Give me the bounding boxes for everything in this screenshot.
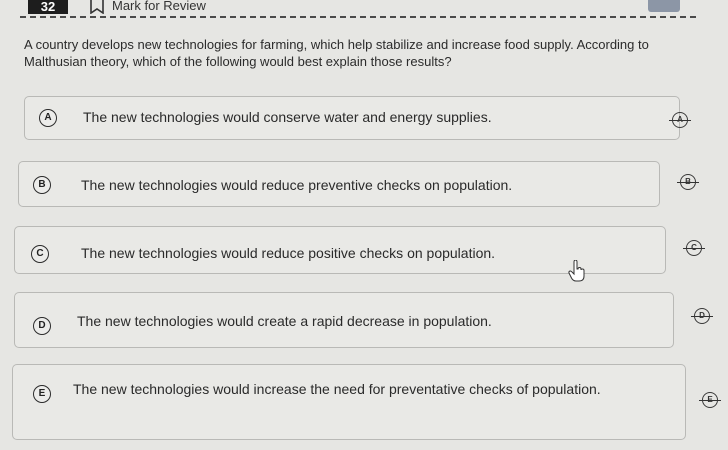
answer-choice-a[interactable]: A The new technologies would conserve wa… (24, 96, 680, 140)
choice-letter-b: B (33, 176, 51, 194)
top-bar: 32 Mark for Review (0, 0, 728, 22)
mark-for-review-button[interactable]: Mark for Review (112, 0, 206, 13)
eliminate-d-icon[interactable]: D (691, 308, 713, 324)
choice-text-d: The new technologies would create a rapi… (77, 313, 492, 329)
choice-text-e: The new technologies would increase the … (73, 381, 601, 397)
answer-choice-e[interactable]: E The new technologies would increase th… (12, 364, 686, 440)
bookmark-icon[interactable] (88, 0, 106, 14)
eliminate-b-icon[interactable]: B (677, 174, 699, 190)
question-text: A country develops new technologies for … (24, 37, 649, 69)
choice-text-c: The new technologies would reduce positi… (81, 245, 496, 261)
choice-letter-c: C (31, 245, 49, 263)
choice-text-a: The new technologies would conserve wate… (83, 109, 492, 125)
answer-choice-d[interactable]: D The new technologies would create a ra… (14, 292, 674, 348)
answer-choice-b[interactable]: B The new technologies would reduce prev… (18, 161, 660, 207)
choice-letter-e: E (33, 385, 51, 403)
hand-cursor-icon (568, 260, 585, 282)
choice-letter-d: D (33, 317, 51, 335)
question-number: 32 (28, 0, 68, 14)
choice-letter-a: A (39, 109, 57, 127)
eliminate-e-icon[interactable]: E (699, 392, 721, 408)
eliminate-c-icon[interactable]: C (683, 240, 705, 256)
toolbar-button[interactable] (648, 0, 680, 12)
choice-text-b: The new technologies would reduce preven… (81, 177, 513, 193)
eliminate-a-icon[interactable]: A (669, 112, 691, 128)
divider (20, 16, 696, 18)
